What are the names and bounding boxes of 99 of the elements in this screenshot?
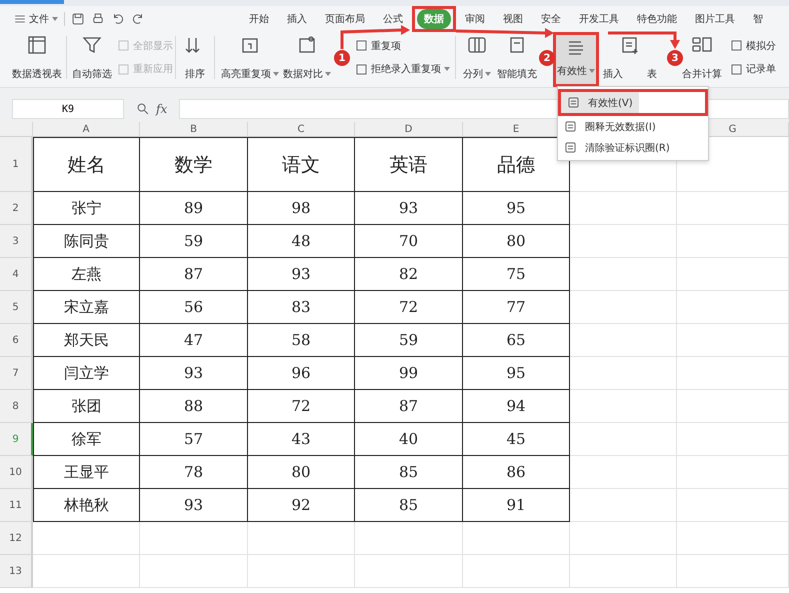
table-cell: 45 xyxy=(463,423,570,456)
ribbon-button[interactable]: 智能填充 xyxy=(496,32,538,87)
ribbon-tab[interactable]: 审阅 xyxy=(458,9,492,29)
ribbon-tab[interactable]: 安全 xyxy=(534,9,568,29)
table-cell: 77 xyxy=(463,291,570,324)
table-cell: 85 xyxy=(355,489,463,522)
table-cell: 59 xyxy=(140,225,248,258)
table-cell: 80 xyxy=(463,225,570,258)
table-cell: 95 xyxy=(463,357,570,390)
table-cell: 93 xyxy=(140,489,248,522)
row-header[interactable]: 2 xyxy=(0,192,33,225)
table-cell: 94 xyxy=(463,390,570,423)
ribbon-button[interactable]: 拒绝录入重复项 xyxy=(355,62,450,76)
ribbon-tab[interactable]: 公式 xyxy=(376,9,410,29)
table-cell: 93 xyxy=(140,357,248,390)
table-cell: 左燕 xyxy=(33,258,140,291)
row-header[interactable]: 13 xyxy=(0,555,33,588)
ribbon-button[interactable]: 高亮重复项 xyxy=(220,32,280,87)
table-cell: 郑天民 xyxy=(33,324,140,357)
table-cell: 65 xyxy=(463,324,570,357)
ribbon-button[interactable]: 重复项 xyxy=(355,38,401,53)
table-cell: 95 xyxy=(463,192,570,225)
table-cell: 张宁 xyxy=(33,192,140,225)
table-cell: 英语 xyxy=(355,137,463,192)
row-header[interactable]: 8 xyxy=(0,390,33,423)
ribbon-tab[interactable]: 插入 xyxy=(280,9,314,29)
table-cell: 48 xyxy=(248,225,355,258)
table-cell: 78 xyxy=(140,456,248,489)
row-header[interactable]: 11 xyxy=(0,489,33,522)
table-cell: 88 xyxy=(140,390,248,423)
table-cell: 47 xyxy=(140,324,248,357)
table-cell: 93 xyxy=(355,192,463,225)
ribbon-button[interactable]: 自动筛选 xyxy=(71,32,113,87)
table-cell: 数学 xyxy=(140,137,248,192)
row-header[interactable]: 3 xyxy=(0,225,33,258)
table-cell: 张团 xyxy=(33,390,140,423)
table-cell: 82 xyxy=(355,258,463,291)
row-header[interactable]: 4 xyxy=(0,258,33,291)
ribbon-tab[interactable]: 图片工具 xyxy=(688,9,742,29)
row-header[interactable]: 6 xyxy=(0,324,33,357)
table-cell: 58 xyxy=(248,324,355,357)
ribbon-button[interactable]: 数据对比 xyxy=(282,32,332,87)
ribbon-tab[interactable]: 智 xyxy=(746,9,770,29)
ribbon-button[interactable]: 排序 xyxy=(181,32,209,87)
ribbon-button[interactable]: 数据透视表 xyxy=(11,32,63,87)
table-cell: 姓名 xyxy=(33,137,140,192)
table-cell: 92 xyxy=(248,489,355,522)
table-cell: 72 xyxy=(355,291,463,324)
table-cell: 王显平 xyxy=(33,456,140,489)
table-cell: 99 xyxy=(355,357,463,390)
table-cell: 96 xyxy=(248,357,355,390)
table-cell: 宋立嘉 xyxy=(33,291,140,324)
table-cell: 72 xyxy=(248,390,355,423)
ribbon-button[interactable]: 合并计算 xyxy=(681,32,723,87)
table-cell: 闫立学 xyxy=(33,357,140,390)
table-cell: 徐军 xyxy=(33,423,140,456)
ribbon-button[interactable]: 分列 xyxy=(462,32,492,87)
ribbon-tab[interactable]: 开始 xyxy=(242,9,276,29)
table-cell: 83 xyxy=(248,291,355,324)
table-cell: 43 xyxy=(248,423,355,456)
name-box[interactable]: K9 xyxy=(12,99,124,119)
table-cell: 语文 xyxy=(248,137,355,192)
row-header[interactable]: 1 xyxy=(0,137,33,192)
table-cell: 75 xyxy=(463,258,570,291)
file-menu[interactable]: 文件 xyxy=(14,12,65,26)
column-header[interactable]: A xyxy=(33,122,140,137)
menu-item[interactable]: 有效性(V) xyxy=(561,92,639,113)
table-cell: 98 xyxy=(248,192,355,225)
ribbon-tab[interactable]: 页面布局 xyxy=(318,9,372,29)
ribbon-button[interactable]: 有效性 xyxy=(556,35,596,84)
ribbon-button[interactable]: 插入 表 xyxy=(602,32,658,87)
table-cell: 80 xyxy=(248,456,355,489)
table-cell: 57 xyxy=(140,423,248,456)
table-cell: 59 xyxy=(355,324,463,357)
table-cell: 40 xyxy=(355,423,463,456)
ribbon-tab[interactable]: 特色功能 xyxy=(630,9,684,29)
row-header[interactable]: 12 xyxy=(0,522,33,555)
column-header[interactable]: D xyxy=(355,122,463,137)
table-cell: 89 xyxy=(140,192,248,225)
table-cell: 93 xyxy=(248,258,355,291)
table-cell: 70 xyxy=(355,225,463,258)
row-header[interactable]: 10 xyxy=(0,456,33,489)
table-cell: 87 xyxy=(140,258,248,291)
table-cell: 陈同贵 xyxy=(33,225,140,258)
row-header[interactable]: 5 xyxy=(0,291,33,324)
column-header[interactable]: B xyxy=(140,122,248,137)
ribbon-button[interactable]: 模拟分 xyxy=(730,38,776,53)
column-header[interactable]: C xyxy=(248,122,355,137)
ribbon-tab[interactable]: 视图 xyxy=(496,9,530,29)
fx-label[interactable]: fx xyxy=(156,102,168,116)
row-header[interactable]: 7 xyxy=(0,357,33,390)
table-cell: 86 xyxy=(463,456,570,489)
table-cell: 91 xyxy=(463,489,570,522)
table-cell: 林艳秋 xyxy=(33,489,140,522)
table-cell: 87 xyxy=(355,390,463,423)
table-cell: 56 xyxy=(140,291,248,324)
table-cell: 85 xyxy=(355,456,463,489)
ribbon-tab[interactable]: 开发工具 xyxy=(572,9,626,29)
ribbon-button[interactable]: 记录单 xyxy=(730,62,776,76)
